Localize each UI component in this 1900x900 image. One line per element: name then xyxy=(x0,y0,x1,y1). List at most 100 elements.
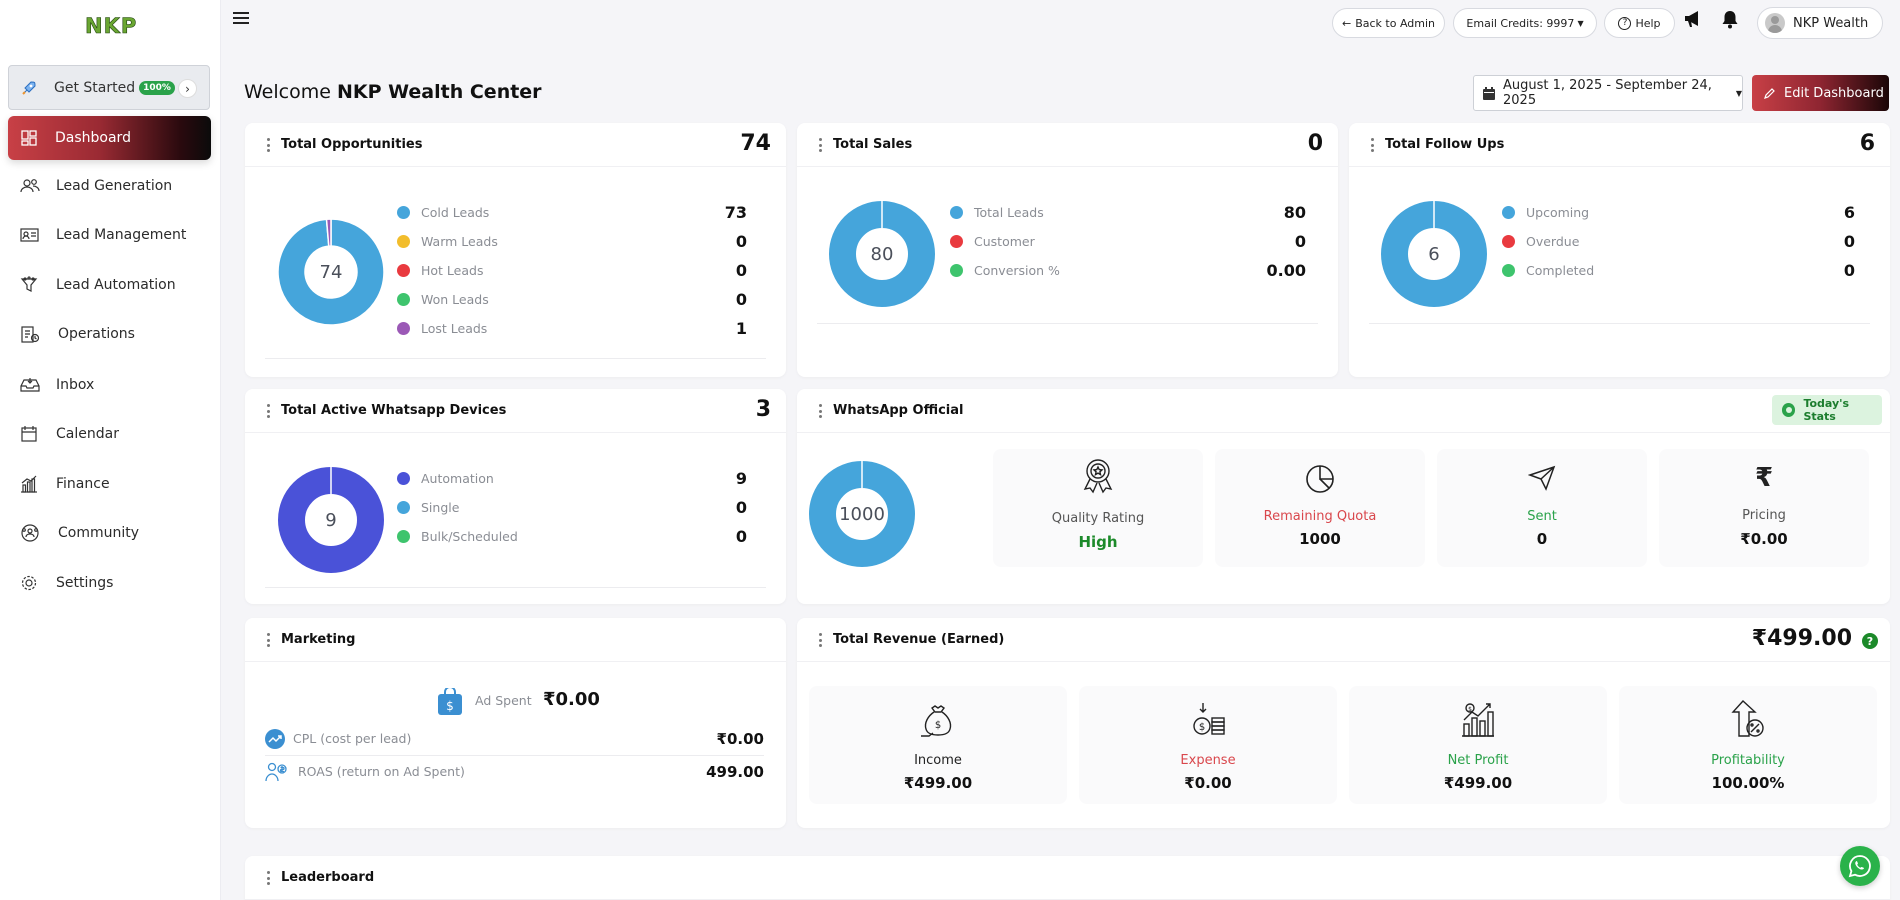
expense-stat: $ Expense ₹0.00 xyxy=(1079,686,1337,804)
drag-handle-icon[interactable] xyxy=(267,871,271,885)
gear-icon xyxy=(20,574,40,592)
roas-icon xyxy=(265,761,289,783)
legend-dot xyxy=(950,263,963,277)
sidebar-item-settings[interactable]: Settings xyxy=(20,572,113,594)
id-card-icon xyxy=(20,227,40,243)
sidebar-item-lead-management[interactable]: Lead Management xyxy=(20,224,186,246)
followups-donut[interactable]: 6 xyxy=(1381,201,1487,307)
stat-label: Net Profit xyxy=(1447,753,1509,768)
legend-value: 0 xyxy=(735,231,747,251)
drag-handle-icon[interactable] xyxy=(267,138,271,152)
edit-dashboard-label: Edit Dashboard xyxy=(1784,85,1884,101)
sidebar-item-label: Operations xyxy=(58,326,135,342)
divider xyxy=(817,323,1318,324)
legend-dot xyxy=(397,205,410,219)
stat-label: Quality Rating xyxy=(1051,511,1145,526)
sidebar-item-lead-automation[interactable]: Lead Automation xyxy=(20,274,176,296)
legend-item: Upcoming 6 xyxy=(1502,203,1855,222)
help-button[interactable]: ? Help xyxy=(1604,8,1675,38)
sidebar-item-label: Finance xyxy=(56,476,110,492)
income-stat: $ Income ₹499.00 xyxy=(809,686,1067,804)
menu-toggle-icon[interactable] xyxy=(233,12,249,27)
stat-value: ₹499.00 xyxy=(903,774,973,792)
sidebar-item-community[interactable]: Community xyxy=(20,522,139,544)
sidebar-item-label: Lead Generation xyxy=(56,178,173,194)
legend-dot xyxy=(397,471,410,485)
opportunities-donut[interactable]: 74 xyxy=(278,219,384,325)
users-icon xyxy=(20,178,40,194)
whatsapp-official-donut[interactable]: 1000 xyxy=(809,461,915,567)
card-total: 74 xyxy=(740,131,771,156)
help-icon[interactable]: ? xyxy=(1862,633,1878,649)
sidebar-item-lead-generation[interactable]: Lead Generation xyxy=(20,175,172,197)
community-icon xyxy=(20,523,40,543)
donut-center-value: 9 xyxy=(325,509,337,531)
sales-donut[interactable]: 80 xyxy=(829,201,935,307)
growth-chart-icon: $ xyxy=(1460,702,1496,738)
ad-spent-label: Ad Spent xyxy=(475,693,532,708)
card-header: Total Opportunities 74 xyxy=(245,123,786,167)
followups-card: Total Follow Ups 6 6 Upcoming 6 Overdue 0 … xyxy=(1349,123,1890,377)
app-logo[interactable]: NKP xyxy=(85,14,137,39)
send-icon xyxy=(1528,465,1556,491)
divider xyxy=(265,587,766,588)
sidebar-item-dashboard[interactable]: Dashboard xyxy=(8,116,211,160)
marketing-card: Marketing $ Ad Spent ₹0.00 CPL (cost per… xyxy=(245,618,786,828)
sidebar-item-label: Lead Management xyxy=(56,227,187,243)
drag-handle-icon[interactable] xyxy=(1371,138,1375,152)
bell-icon[interactable] xyxy=(1721,10,1739,29)
donut-center-value: 1000 xyxy=(839,503,885,525)
sidebar-item-finance[interactable]: Finance xyxy=(20,473,110,495)
todays-stats-badge[interactable]: Today's Stats xyxy=(1772,395,1882,425)
org-name: NKP Wealth Center xyxy=(336,81,542,103)
legend-value: 0 xyxy=(1843,260,1855,280)
edit-dashboard-button[interactable]: Edit Dashboard xyxy=(1752,75,1889,111)
sales-card: Total Sales 0 80 Total Leads 80 Customer 0… xyxy=(797,123,1338,377)
sidebar-item-operations[interactable]: Operations xyxy=(20,323,135,345)
card-total: 6 xyxy=(1859,131,1875,156)
get-started-button[interactable]: Get Started 100% › xyxy=(8,65,210,110)
user-menu[interactable]: NKP Wealth xyxy=(1757,7,1883,39)
sent-stat: Sent 0 xyxy=(1437,449,1647,567)
stat-label: Expense xyxy=(1180,753,1236,768)
sidebar-item-calendar[interactable]: Calendar xyxy=(20,423,119,445)
card-title: Marketing xyxy=(281,632,356,647)
pie-chart-icon xyxy=(1304,463,1336,495)
quality-rating-stat: Quality Rating High xyxy=(993,449,1203,567)
legend-label: Overdue xyxy=(1526,233,1580,249)
drag-handle-icon[interactable] xyxy=(267,633,271,647)
sidebar-item-inbox[interactable]: Inbox xyxy=(20,374,94,396)
legend-value: 0 xyxy=(1294,231,1306,251)
email-credits-dropdown[interactable]: Email Credits: 9997 ▼ xyxy=(1453,8,1597,38)
legend-dot xyxy=(397,234,410,248)
net-profit-stat: $ Net Profit ₹499.00 xyxy=(1349,686,1607,804)
card-header: Total Revenue (Earned) ₹499.00 ? xyxy=(797,618,1890,662)
date-range-picker[interactable]: August 1, 2025 - September 24, 2025 ▼ xyxy=(1473,75,1743,111)
dashboard-icon xyxy=(20,129,40,147)
donut-center-value: 74 xyxy=(319,261,343,283)
percent-arrow-icon xyxy=(1731,700,1765,738)
legend-item: Overdue 0 xyxy=(1502,232,1855,251)
caret-down-icon: ▼ xyxy=(1735,88,1742,98)
chevron-right-icon[interactable]: › xyxy=(178,79,197,98)
legend-item: Won Leads 0 xyxy=(397,290,747,309)
drag-handle-icon[interactable] xyxy=(819,404,823,418)
whatsapp-chat-button[interactable] xyxy=(1840,846,1880,886)
drag-handle-icon[interactable] xyxy=(267,404,271,418)
get-started-label: Get Started xyxy=(54,79,136,96)
drag-handle-icon[interactable] xyxy=(819,633,823,647)
stat-label: Sent xyxy=(1527,509,1557,524)
whatsapp-devices-donut[interactable]: 9 xyxy=(278,467,384,573)
back-to-admin-button[interactable]: ← Back to Admin xyxy=(1332,8,1445,38)
drag-handle-icon[interactable] xyxy=(819,138,823,152)
legend-dot xyxy=(397,263,410,277)
card-title: Total Opportunities xyxy=(281,137,423,152)
legend-item: Conversion % 0.00 xyxy=(950,261,1306,280)
roas-value: 499.00 xyxy=(706,763,764,781)
inbox-icon xyxy=(20,377,40,393)
legend-label: Cold Leads xyxy=(421,204,490,220)
megaphone-icon[interactable] xyxy=(1683,10,1703,28)
divider xyxy=(1369,323,1870,324)
sidebar-item-label: Calendar xyxy=(56,426,119,442)
legend-value: 0 xyxy=(735,526,747,546)
